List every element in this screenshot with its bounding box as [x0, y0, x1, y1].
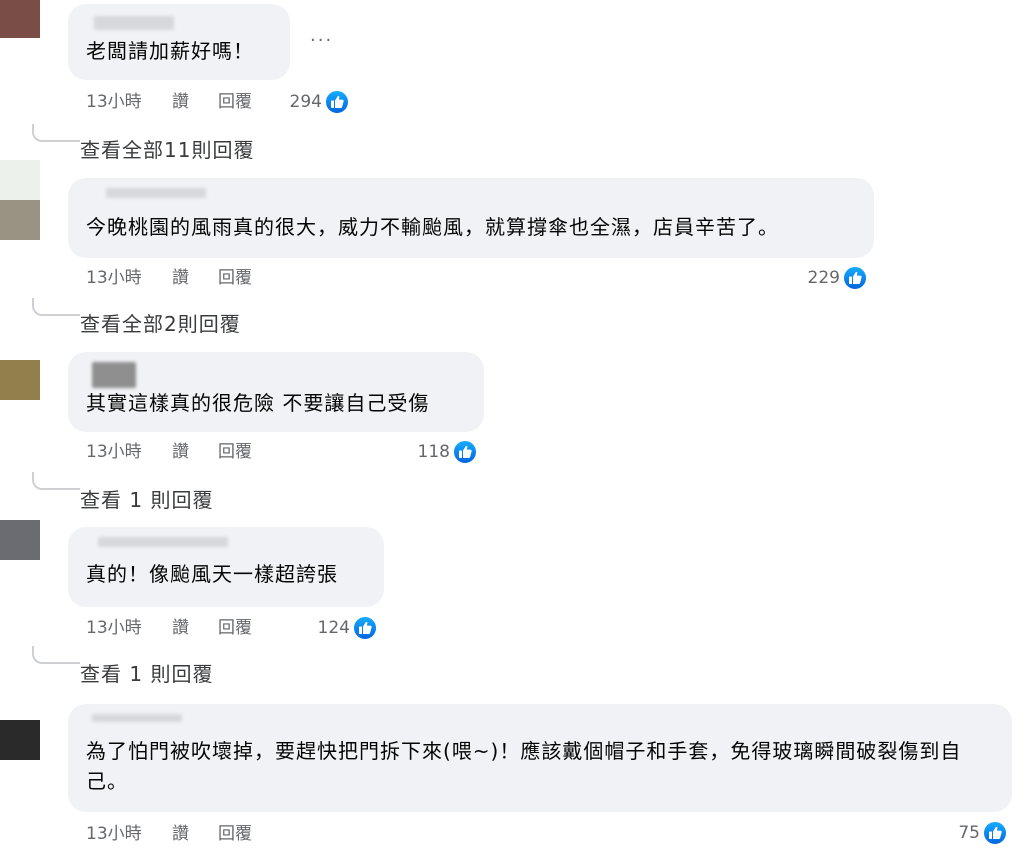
- reply-button[interactable]: 回覆: [218, 616, 252, 640]
- comment-bubble: 真的！像颱風天一樣超誇張: [68, 527, 384, 607]
- like-count: 229: [807, 268, 840, 288]
- comment-bubble: 老闆請加薪好嗎！: [68, 4, 290, 80]
- view-replies-link[interactable]: 查看全部2則回覆: [80, 308, 241, 337]
- comment-text: 今晚桃園的風雨真的很大，威力不輸颱風，就算撐傘也全濕，店員辛苦了。: [86, 215, 779, 239]
- comment-actions: 13小時 讚 回覆: [86, 822, 346, 846]
- thread-connector: [32, 646, 80, 664]
- comment-text: 其實這樣真的很危險 不要讓自己受傷: [86, 391, 430, 415]
- like-icon: [452, 439, 478, 465]
- reply-button[interactable]: 回覆: [218, 440, 252, 464]
- comment-actions: 13小時 讚 回覆: [86, 440, 346, 464]
- more-options-icon[interactable]: ···: [310, 30, 333, 51]
- like-count: 294: [289, 92, 322, 112]
- reaction-count[interactable]: 124: [298, 615, 378, 641]
- author-name-redacted[interactable]: [98, 537, 228, 547]
- like-count: 118: [417, 442, 450, 462]
- thread-connector: [32, 472, 80, 490]
- like-icon: [982, 820, 1008, 846]
- like-button[interactable]: 讚: [172, 822, 189, 846]
- view-replies-link[interactable]: 查看全部11則回覆: [80, 134, 254, 163]
- reaction-count[interactable]: 75: [928, 820, 1008, 846]
- avatar[interactable]: [0, 720, 40, 760]
- timestamp[interactable]: 13小時: [86, 90, 142, 114]
- view-replies-link[interactable]: 查看 1 則回覆: [80, 658, 213, 687]
- comment-actions: 13小時 讚 回覆: [86, 266, 346, 290]
- like-icon: [324, 89, 350, 115]
- view-replies-link[interactable]: 查看 1 則回覆: [80, 484, 213, 513]
- comment-bubble: 其實這樣真的很危險 不要讓自己受傷: [68, 352, 484, 432]
- like-count: 124: [317, 618, 350, 638]
- avatar[interactable]: [0, 0, 40, 38]
- author-name-redacted[interactable]: [106, 188, 206, 198]
- like-count: 75: [958, 823, 980, 843]
- author-name-redacted[interactable]: [92, 714, 182, 722]
- reply-button[interactable]: 回覆: [218, 822, 252, 846]
- like-button[interactable]: 讚: [172, 616, 189, 640]
- like-button[interactable]: 讚: [172, 266, 189, 290]
- reaction-count[interactable]: 294: [270, 89, 350, 115]
- thread-connector: [32, 124, 80, 142]
- author-name-redacted[interactable]: [94, 16, 174, 30]
- timestamp[interactable]: 13小時: [86, 440, 142, 464]
- like-icon: [842, 265, 868, 291]
- comment-bubble: 今晚桃園的風雨真的很大，威力不輸颱風，就算撐傘也全濕，店員辛苦了。: [68, 178, 874, 258]
- like-icon: [352, 615, 378, 641]
- reply-button[interactable]: 回覆: [218, 266, 252, 290]
- timestamp[interactable]: 13小時: [86, 822, 142, 846]
- timestamp[interactable]: 13小時: [86, 616, 142, 640]
- avatar[interactable]: [0, 200, 40, 240]
- thread-connector: [32, 298, 80, 316]
- author-name-redacted[interactable]: [92, 362, 136, 388]
- avatar[interactable]: [0, 360, 40, 400]
- avatar[interactable]: [0, 520, 40, 560]
- comment-text: 老闆請加薪好嗎！: [86, 39, 254, 63]
- like-button[interactable]: 讚: [172, 90, 189, 114]
- comment-bubble: 為了怕門被吹壞掉，要趕快把門拆下來(喂~)！應該戴個帽子和手套，免得玻璃瞬間破裂…: [68, 704, 1012, 812]
- reply-button[interactable]: 回覆: [218, 90, 252, 114]
- timestamp[interactable]: 13小時: [86, 266, 142, 290]
- reaction-count[interactable]: 229: [788, 265, 868, 291]
- avatar: [0, 160, 40, 200]
- reaction-count[interactable]: 118: [398, 439, 478, 465]
- like-button[interactable]: 讚: [172, 440, 189, 464]
- comment-text: 為了怕門被吹壞掉，要趕快把門拆下來(喂~)！應該戴個帽子和手套，免得玻璃瞬間破裂…: [86, 739, 962, 793]
- comment-text: 真的！像颱風天一樣超誇張: [86, 562, 338, 586]
